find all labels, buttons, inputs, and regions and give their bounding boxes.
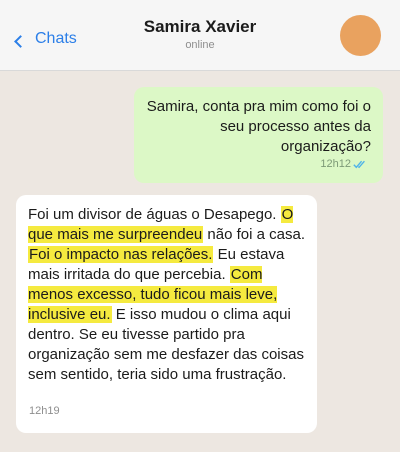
incoming-message-text: Foi um divisor de águas o Desapego. O qu… — [28, 205, 305, 385]
double-check-icon — [353, 160, 365, 168]
outgoing-message-text: Samira, conta pra mim como foi o seu pro… — [146, 98, 371, 155]
avatar[interactable] — [340, 15, 381, 56]
outgoing-message[interactable]: Samira, conta pra mim como foi o seu pro… — [134, 87, 383, 183]
chat-header: Chats Samira Xavier online — [0, 0, 400, 71]
outgoing-message-time: 12h12 — [320, 158, 351, 170]
highlighted-text: Foi o impacto nas relações. — [28, 246, 214, 263]
message-text-segment: não foi a casa. — [203, 226, 305, 243]
outgoing-message-meta: 12h12 — [320, 154, 367, 174]
incoming-message[interactable]: Foi um divisor de águas o Desapego. O qu… — [16, 195, 317, 433]
message-text-segment: Foi um divisor de águas o Desapego. — [28, 206, 281, 223]
incoming-message-time: 12h19 — [29, 405, 60, 417]
